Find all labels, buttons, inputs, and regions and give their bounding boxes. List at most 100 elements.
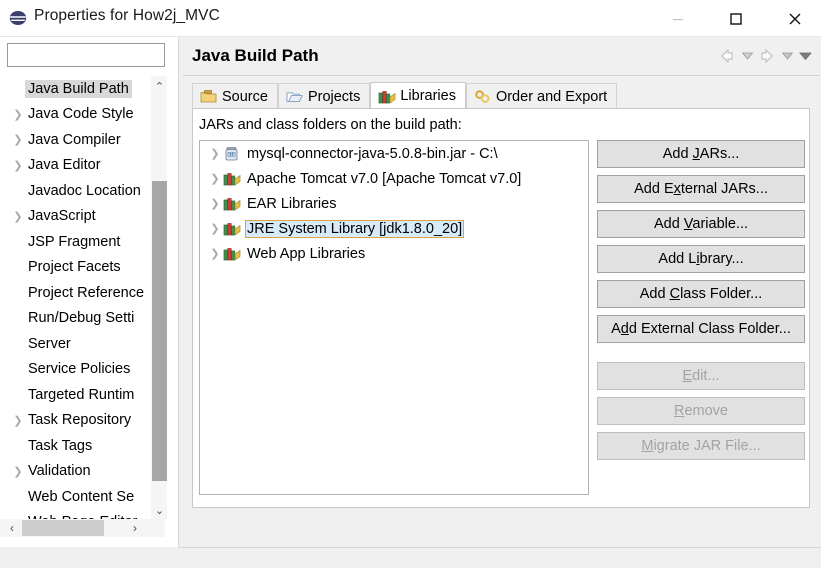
sidebar-item-validation[interactable]: ❯ Validation (0, 459, 165, 485)
scroll-right-button[interactable]: › (125, 519, 145, 537)
sidebar-hscroll-thumb[interactable] (22, 520, 104, 536)
library-list-item-label: Web App Libraries (247, 245, 366, 262)
libraries-list[interactable]: ❯ 010 mysql-connector-java-5.0.8-bin.jar -… (199, 140, 589, 495)
chevron-right-icon[interactable]: ❯ (10, 414, 26, 427)
maximize-button[interactable] (713, 0, 759, 37)
dialog-footer (0, 548, 821, 568)
sidebar-item-label: Task Repository (28, 412, 132, 429)
forward-dropdown-button[interactable] (779, 47, 795, 65)
library-list-item[interactable]: ❯ Apache Tomcat v7.0 [Apache Tomcat v7.0] (200, 166, 588, 191)
add-jars-button[interactable]: Add JARs... (597, 140, 805, 168)
filter-input[interactable] (8, 44, 164, 66)
sidebar-item-label: JavaScript (28, 208, 96, 225)
tab-projects[interactable]: Projects (277, 83, 371, 109)
back-dropdown-button[interactable] (739, 47, 755, 65)
sidebar-item-label: Java Code Style (28, 106, 134, 123)
tab-label: Libraries (400, 88, 456, 104)
sidebar-item-project-reference[interactable]: Project Reference (0, 280, 165, 306)
sidebar-item-project-facets[interactable]: Project Facets (0, 255, 165, 281)
tab-order-and-export[interactable]: Order and Export (465, 83, 618, 109)
sidebar-item-javascript[interactable]: ❯ JavaScript (0, 204, 165, 230)
sidebar-vscroll-thumb[interactable] (152, 181, 167, 481)
settings-sidebar: Java Build Path ❯ Java Code Style ❯ Java Com… (0, 37, 178, 547)
projects-folder-icon (286, 89, 303, 104)
sidebar-item-web-content-se[interactable]: Web Content Se (0, 484, 165, 510)
sidebar-item-task-tags[interactable]: Task Tags (0, 433, 165, 459)
properties-dialog: Properties for How2j_MVC Java Build Path… (0, 0, 821, 568)
sidebar-item-java-build-path[interactable]: Java Build Path (0, 76, 165, 102)
button-label: Add JARs... (662, 146, 740, 162)
sidebar-item-label: Javadoc Location (28, 182, 141, 199)
history-menu-button[interactable] (797, 47, 813, 65)
button-label: Add External JARs... (634, 181, 768, 197)
add-variable-button[interactable]: Add Variable... (597, 210, 805, 238)
scroll-left-button[interactable]: ‹ (2, 519, 22, 537)
minimize-icon (673, 18, 683, 20)
sidebar-item-jsp-fragment[interactable]: JSP Fragment (0, 229, 165, 255)
libraries-button-column: Add JARs... Add External JARs... Add Varia… (597, 140, 805, 467)
sidebar-item-label: Targeted Runtim (28, 386, 135, 403)
svg-text:010: 010 (228, 151, 236, 156)
library-list-item[interactable]: ❯ EAR Libraries (200, 191, 588, 216)
settings-tree[interactable]: Java Build Path ❯ Java Code Style ❯ Java Com… (0, 76, 165, 520)
chevron-right-icon[interactable]: ❯ (10, 133, 26, 146)
add-external-jars-button[interactable]: Add External JARs... (597, 175, 805, 203)
library-list-item-label: mysql-connector-java-5.0.8-bin.jar - C:\ (247, 145, 498, 162)
minimize-button[interactable] (655, 0, 701, 37)
add-library-button[interactable]: Add Library... (597, 245, 805, 273)
sidebar-item-java-editor[interactable]: ❯ Java Editor (0, 153, 165, 179)
eclipse-icon (9, 9, 27, 27)
tab-source[interactable]: Source (192, 83, 278, 109)
sidebar-horizontal-scrollbar[interactable]: ‹ › (0, 519, 165, 537)
title-divider (183, 75, 819, 76)
sidebar-vertical-scrollbar[interactable]: ⌃ ⌄ (150, 76, 167, 520)
sidebar-item-label: Project Facets (28, 259, 121, 276)
sidebar-item-label: Project Reference (28, 284, 145, 301)
sidebar-item-service-policies[interactable]: Service Policies (0, 357, 165, 383)
sidebar-item-label: Java Compiler (28, 131, 121, 148)
library-list-item[interactable]: ❯ 010 mysql-connector-java-5.0.8-bin.jar -… (200, 141, 588, 166)
list-label: JARs and class folders on the build path… (199, 117, 462, 133)
library-list-item-label: Apache Tomcat v7.0 [Apache Tomcat v7.0] (247, 170, 522, 187)
chevron-right-icon[interactable]: ❯ (207, 172, 223, 185)
library-list-item[interactable]: ❯ Web App Libraries (200, 241, 588, 266)
chevron-right-icon[interactable]: ❯ (207, 247, 223, 260)
add-external-class-folder-button[interactable]: Add External Class Folder... (597, 315, 805, 343)
scroll-up-button[interactable]: ⌃ (151, 76, 168, 96)
remove-button: Remove (597, 397, 805, 425)
order-export-icon (474, 89, 491, 104)
forward-button[interactable] (757, 47, 777, 65)
filter-box[interactable] (7, 43, 165, 67)
tab-libraries[interactable]: Libraries (370, 82, 466, 109)
sidebar-item-java-code-style[interactable]: ❯ Java Code Style (0, 102, 165, 128)
library-list-item[interactable]: ❯ JRE System Library [jdk1.8.0_20] (200, 216, 588, 241)
chevron-down-icon (781, 52, 793, 60)
sidebar-item-java-compiler[interactable]: ❯ Java Compiler (0, 127, 165, 153)
sidebar-item-server[interactable]: Server (0, 331, 165, 357)
chevron-right-icon[interactable]: ❯ (10, 159, 26, 172)
sidebar-item-label: Web Content Se (28, 488, 135, 505)
jar-icon: 010 (223, 146, 241, 162)
sidebar-item-javadoc-location[interactable]: Javadoc Location (0, 178, 165, 204)
chevron-right-icon[interactable]: ❯ (207, 147, 223, 160)
chevron-right-icon[interactable]: ❯ (207, 197, 223, 210)
sidebar-item-run-debug-setti[interactable]: Run/Debug Setti (0, 306, 165, 332)
chevron-right-icon[interactable]: ❯ (10, 465, 26, 478)
scroll-down-button[interactable]: ⌄ (151, 500, 168, 520)
chevron-right-icon[interactable]: ❯ (10, 108, 26, 121)
back-button[interactable] (717, 47, 737, 65)
button-label: Edit... (682, 368, 720, 384)
close-button[interactable] (772, 0, 818, 37)
sidebar-item-targeted-runtim[interactable]: Targeted Runtim (0, 382, 165, 408)
tab-label: Source (222, 88, 268, 105)
sidebar-item-task-repository[interactable]: ❯ Task Repository (0, 408, 165, 434)
button-label: Remove (673, 403, 728, 419)
libraries-tab-page: JARs and class folders on the build path… (192, 108, 810, 508)
library-icon (223, 246, 241, 262)
edit-button: Edit... (597, 362, 805, 390)
main-panel: Java Build Path Source Projects Librarie… (178, 37, 821, 547)
chevron-right-icon[interactable]: ❯ (10, 210, 26, 223)
chevron-right-icon[interactable]: ❯ (207, 222, 223, 235)
add-class-folder-button[interactable]: Add Class Folder... (597, 280, 805, 308)
title-bar: Properties for How2j_MVC (0, 0, 821, 37)
